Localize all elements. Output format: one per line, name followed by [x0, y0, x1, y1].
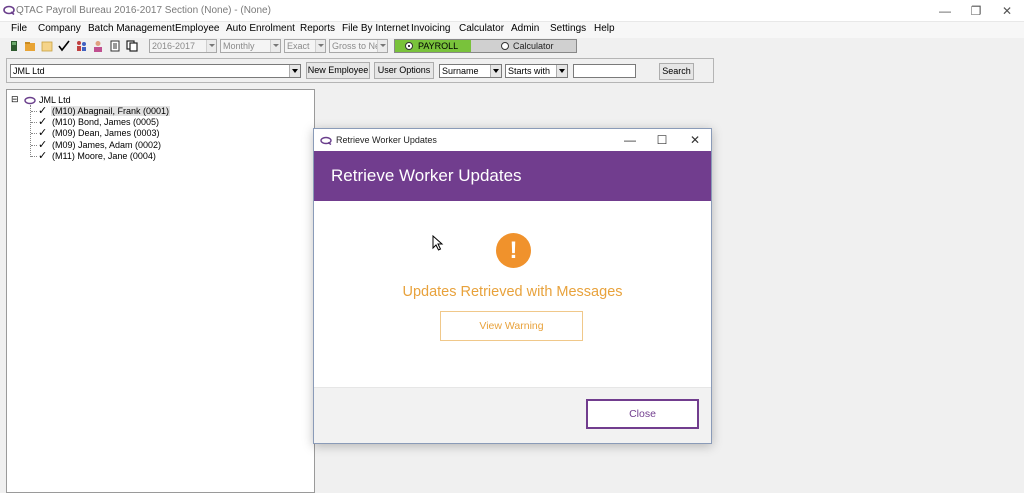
menu-auto-enrolment[interactable]: Auto Enrolment — [226, 23, 295, 34]
employee-tree: ⊟ JML Ltd ✓ (M10) Abagnail, Frank (0001)… — [6, 89, 315, 493]
app-logo-icon — [3, 5, 15, 15]
search-operator-value: Starts with — [508, 66, 551, 76]
user-icon[interactable] — [92, 40, 104, 52]
chevron-down-icon — [270, 40, 280, 52]
frequency-select[interactable]: Monthly — [220, 39, 281, 53]
company-icon — [24, 96, 36, 105]
radio-unselected-icon — [501, 42, 509, 50]
checkmark-icon: ✓ — [38, 139, 48, 151]
frequency-value: Monthly — [223, 41, 255, 51]
tree-connector — [31, 122, 37, 123]
payroll-mode-radio[interactable]: PAYROLL — [395, 40, 471, 52]
menu-help[interactable]: Help — [594, 23, 615, 34]
tree-employee-label: (M09) James, Adam (0002) — [52, 140, 162, 150]
bookmark-icon[interactable] — [8, 40, 20, 52]
tree-connector — [31, 145, 37, 146]
chevron-down-icon — [289, 65, 300, 77]
tax-year-select[interactable]: 2016-2017 — [149, 39, 217, 53]
dialog-heading: Retrieve Worker Updates — [331, 166, 522, 185]
chevron-down-icon — [206, 40, 216, 52]
payroll-mode-label: PAYROLL — [418, 41, 459, 51]
window-title: QTAC Payroll Bureau 2016-2017 Section (N… — [16, 5, 271, 16]
search-button[interactable]: Search — [659, 63, 694, 80]
status-message: Updates Retrieved with Messages — [402, 284, 623, 300]
tree-root-company[interactable]: JML Ltd — [39, 95, 71, 105]
document-icon[interactable] — [109, 40, 121, 52]
close-button[interactable]: Close — [586, 399, 699, 429]
window-restore-button[interactable]: ❐ — [961, 2, 991, 20]
tree-employee-label: (M11) Moore, Jane (0004) — [52, 151, 156, 161]
menu-employee[interactable]: Employee — [175, 23, 219, 34]
checkmark-icon: ✓ — [38, 150, 48, 162]
tree-connector — [31, 111, 37, 112]
chevron-down-icon — [556, 65, 567, 77]
tree-connector — [30, 105, 31, 157]
dialog-footer: Close — [314, 387, 711, 443]
dialog-titlebar: Retrieve Worker Updates — ☐ ✕ — [314, 129, 711, 151]
warning-icon: ! — [496, 233, 531, 268]
calculator-mode-label: Calculator — [513, 41, 554, 51]
calc-mode-select[interactable]: Exact — [284, 39, 326, 53]
menu-admin[interactable]: Admin — [511, 23, 539, 34]
gross-net-select[interactable]: Gross to Net — [329, 39, 388, 53]
radio-selected-icon — [405, 42, 413, 50]
window-close-button[interactable]: ✕ — [992, 2, 1022, 20]
menu-file-by-internet[interactable]: File By Internet — [342, 23, 409, 34]
chevron-down-icon — [315, 40, 325, 52]
chevron-down-icon — [490, 65, 501, 77]
dialog-minimize-button[interactable]: — — [620, 132, 640, 148]
menu-file[interactable]: File — [11, 23, 27, 34]
window-minimize-button[interactable]: — — [930, 2, 960, 20]
mouse-cursor-icon — [432, 235, 444, 251]
toolbar: 2016-2017 Monthly Exact Gross to Net PAY… — [0, 38, 1024, 55]
dialog-maximize-button[interactable]: ☐ — [652, 132, 672, 148]
tree-employee-label: (M10) Bond, James (0005) — [52, 117, 160, 127]
chevron-down-icon — [377, 40, 387, 52]
dialog-title: Retrieve Worker Updates — [336, 135, 437, 145]
menu-invoicing[interactable]: Invoicing — [411, 23, 450, 34]
menu-settings[interactable]: Settings — [550, 23, 586, 34]
tree-connector — [31, 133, 37, 134]
menu-reports[interactable]: Reports — [300, 23, 335, 34]
search-field-select[interactable]: Surname — [439, 64, 502, 78]
retrieve-worker-updates-dialog: Retrieve Worker Updates — ☐ ✕ Retrieve W… — [313, 128, 712, 444]
calc-mode-value: Exact — [287, 41, 310, 51]
employee-search-bar: JML Ltd New Employee User Options Surnam… — [6, 58, 714, 83]
gross-net-value: Gross to Net — [332, 41, 383, 51]
people-icon[interactable] — [75, 40, 87, 52]
tree-connector — [31, 156, 37, 157]
calculator-mode-radio[interactable]: Calculator — [500, 40, 554, 52]
tree-collapse-icon[interactable]: ⊟ — [11, 94, 19, 105]
search-input[interactable] — [573, 64, 636, 78]
checkmark-icon: ✓ — [38, 116, 48, 128]
dialog-close-x-button[interactable]: ✕ — [685, 132, 705, 148]
tax-year-value: 2016-2017 — [152, 41, 196, 51]
tree-employee-label: (M09) Dean, James (0003) — [52, 128, 160, 138]
checkmark-icon: ✓ — [38, 127, 48, 139]
menu-calculator[interactable]: Calculator — [459, 23, 504, 34]
menu-company[interactable]: Company — [38, 23, 81, 34]
checkmark-icon[interactable] — [58, 40, 70, 52]
user-options-button[interactable]: User Options — [374, 62, 434, 79]
window-titlebar: QTAC Payroll Bureau 2016-2017 Section (N… — [0, 0, 1024, 22]
search-field-value: Surname — [442, 66, 479, 76]
search-operator-select[interactable]: Starts with — [505, 64, 568, 78]
view-warning-button[interactable]: View Warning — [440, 311, 583, 341]
mode-toggle: PAYROLL Calculator — [394, 39, 577, 53]
company-select[interactable]: JML Ltd — [10, 64, 301, 78]
copy-icon[interactable] — [126, 40, 138, 52]
new-employee-button[interactable]: New Employee — [306, 62, 370, 79]
dialog-header-banner: Retrieve Worker Updates — [314, 151, 711, 201]
tree-employee-label: (M10) Abagnail, Frank (0001) — [51, 106, 171, 116]
open-folder-icon[interactable] — [41, 40, 53, 52]
menu-bar: File Company Batch Management Employee A… — [0, 22, 1024, 38]
menu-batch-management[interactable]: Batch Management — [88, 23, 175, 34]
company-select-value: JML Ltd — [13, 66, 45, 76]
checkmark-icon: ✓ — [38, 105, 48, 117]
folder-icon[interactable] — [24, 40, 36, 52]
app-logo-icon — [320, 136, 332, 145]
